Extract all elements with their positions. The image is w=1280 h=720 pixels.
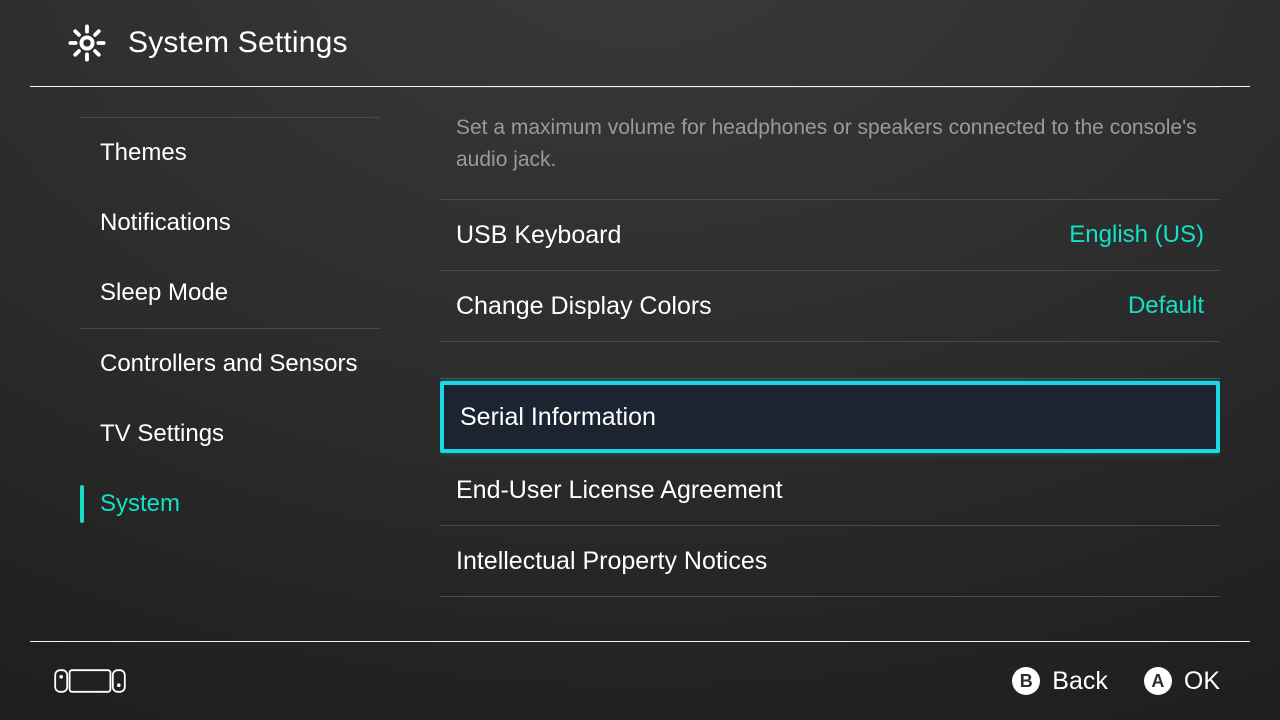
back-button[interactable]: B Back xyxy=(1012,667,1108,696)
row-serial-information[interactable]: Serial Information xyxy=(440,381,1220,453)
console-icon xyxy=(54,667,126,695)
footer: B Back A OK xyxy=(0,642,1280,720)
settings-main: Set a maximum volume for headphones or s… xyxy=(410,87,1250,642)
sidebar-item-themes[interactable]: Themes xyxy=(30,118,410,188)
ok-label: OK xyxy=(1184,667,1220,696)
sidebar-item-label: Themes xyxy=(100,139,187,167)
gear-icon xyxy=(66,22,108,64)
row-label: Serial Information xyxy=(460,403,656,432)
sidebar-item-system[interactable]: System xyxy=(30,469,410,539)
b-button-icon: B xyxy=(1012,667,1040,695)
ok-button[interactable]: A OK xyxy=(1144,667,1220,696)
sidebar-item-tv-settings[interactable]: TV Settings xyxy=(30,399,410,469)
sidebar-item-notifications[interactable]: Notifications xyxy=(30,188,410,258)
section-gap xyxy=(440,342,1220,378)
row-change-display-colors[interactable]: Change Display Colors Default xyxy=(440,271,1220,341)
sidebar-item-label: Notifications xyxy=(100,209,231,237)
sidebar-item-label: Sleep Mode xyxy=(100,279,228,307)
row-value: Default xyxy=(1128,292,1204,320)
row-label: USB Keyboard xyxy=(456,221,621,250)
header: System Settings xyxy=(0,0,1280,86)
settings-sidebar: Themes Notifications Sleep Mode Controll… xyxy=(30,87,410,642)
a-button-icon: A xyxy=(1144,667,1172,695)
row-label: Change Display Colors xyxy=(456,292,712,321)
row-label: End-User License Agreement xyxy=(456,476,783,505)
sidebar-item-controllers-sensors[interactable]: Controllers and Sensors xyxy=(30,329,410,399)
row-value: English (US) xyxy=(1069,221,1204,249)
row-eula[interactable]: End-User License Agreement xyxy=(440,455,1220,525)
sidebar-item-label: TV Settings xyxy=(100,420,224,448)
back-label: Back xyxy=(1052,667,1108,696)
row-usb-keyboard[interactable]: USB Keyboard English (US) xyxy=(440,200,1220,270)
setting-description: Set a maximum volume for headphones or s… xyxy=(440,88,1220,199)
row-ip-notices[interactable]: Intellectual Property Notices xyxy=(440,526,1220,596)
row-label: Intellectual Property Notices xyxy=(456,547,767,576)
row-divider xyxy=(440,596,1220,597)
sidebar-item-label: System xyxy=(100,490,180,518)
page-title: System Settings xyxy=(128,26,348,60)
sidebar-item-sleep-mode[interactable]: Sleep Mode xyxy=(30,258,410,328)
sidebar-item-label: Controllers and Sensors xyxy=(100,350,357,378)
row-divider xyxy=(440,378,1220,379)
